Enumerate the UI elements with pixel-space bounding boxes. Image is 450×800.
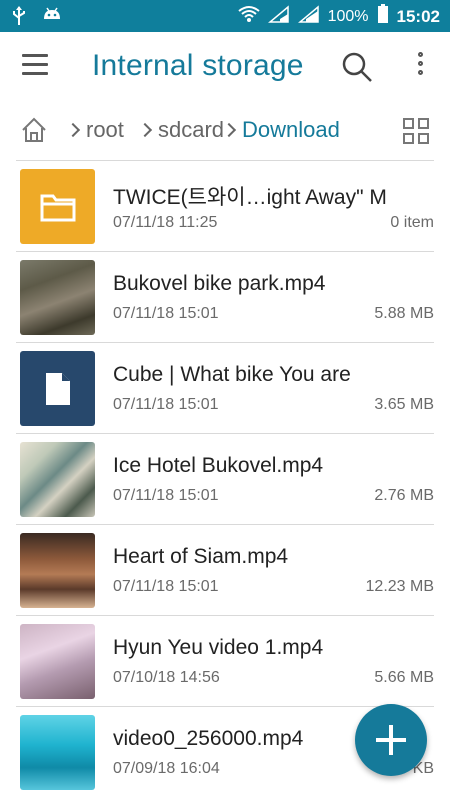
add-button[interactable] (355, 704, 427, 776)
chevron-right-icon (221, 122, 237, 138)
list-item[interactable]: Hyun Yeu video 1.mp4 07/10/18 14:56 5.66… (16, 615, 434, 706)
list-item[interactable]: Heart of Siam.mp4 07/11/18 15:01 12.23 M… (16, 524, 434, 615)
list-item[interactable]: Bukovel bike park.mp4 07/11/18 15:01 5.8… (16, 251, 434, 342)
file-name: Heart of Siam.mp4 (113, 545, 289, 568)
file-date: 07/11/18 15:01 (113, 396, 219, 413)
file-size: 2.76 MB (374, 487, 434, 504)
menu-button[interactable] (22, 54, 48, 78)
chevron-right-icon (65, 122, 81, 138)
file-size: 12.23 MB (365, 578, 434, 595)
file-name: Ice Hotel Bukovel.mp4 (113, 454, 324, 477)
usb-icon (12, 6, 26, 31)
video-thumbnail (20, 715, 95, 790)
file-list: TWICE(트와이…ight Away" M 07/11/18 11:25 0 … (16, 160, 434, 797)
file-name: TWICE(트와이…ight Away" M (113, 186, 387, 209)
file-date: 07/11/18 15:01 (113, 305, 219, 322)
app-bar: Internal storage (0, 32, 450, 102)
hamburger-icon (22, 54, 48, 57)
file-size: 5.88 MB (374, 305, 434, 322)
grid-view-button[interactable] (403, 118, 429, 144)
signal-icon (267, 5, 290, 28)
battery-percent: 100% (327, 7, 369, 25)
file-name: Bukovel bike park.mp4 (113, 272, 326, 295)
folder-thumbnail (20, 169, 95, 244)
list-item[interactable]: TWICE(트와이…ight Away" M 07/11/18 11:25 0 … (16, 160, 434, 251)
breadcrumb-download[interactable]: Download (221, 117, 340, 143)
list-item[interactable]: Cube | What bike You are 07/11/18 15:01 … (16, 342, 434, 433)
home-button[interactable] (20, 116, 48, 144)
file-date: 07/10/18 14:56 (113, 669, 220, 686)
document-icon (45, 372, 70, 405)
signal-icon-2 (297, 5, 320, 28)
more-vert-icon (417, 52, 423, 57)
file-date: 07/11/18 15:01 (113, 578, 219, 595)
page-title: Internal storage (92, 49, 304, 82)
video-thumbnail (20, 533, 95, 608)
folder-icon (40, 194, 75, 221)
grid-view-icon (403, 118, 414, 129)
list-item[interactable]: Ice Hotel Bukovel.mp4 07/11/18 15:01 2.7… (16, 433, 434, 524)
file-date: 07/09/18 16:04 (113, 760, 220, 777)
more-options-button[interactable] (410, 50, 430, 86)
file-name: Cube | What bike You are (113, 363, 351, 386)
breadcrumb-root[interactable]: root (65, 117, 124, 143)
video-thumbnail (20, 442, 95, 517)
file-size: 5.66 MB (374, 669, 434, 686)
battery-icon (377, 4, 389, 29)
search-icon (342, 52, 372, 82)
home-icon (22, 117, 46, 142)
search-button[interactable] (340, 50, 376, 86)
video-thumbnail (20, 624, 95, 699)
video-thumbnail (20, 260, 95, 335)
file-name: Hyun Yeu video 1.mp4 (113, 636, 324, 659)
android-icon (42, 7, 62, 30)
clock: 15:02 (396, 6, 440, 26)
file-size: 3.65 MB (374, 396, 434, 413)
file-size: 0 item (390, 214, 434, 231)
breadcrumb-sdcard[interactable]: sdcard (137, 117, 224, 143)
status-bar: 100% 15:02 (0, 0, 450, 32)
file-date: 07/11/18 11:25 (113, 214, 218, 231)
chevron-right-icon (137, 122, 153, 138)
document-thumbnail (20, 351, 95, 426)
file-date: 07/11/18 15:01 (113, 487, 219, 504)
breadcrumb: root sdcard Download (0, 102, 450, 160)
wifi-icon (237, 5, 260, 28)
